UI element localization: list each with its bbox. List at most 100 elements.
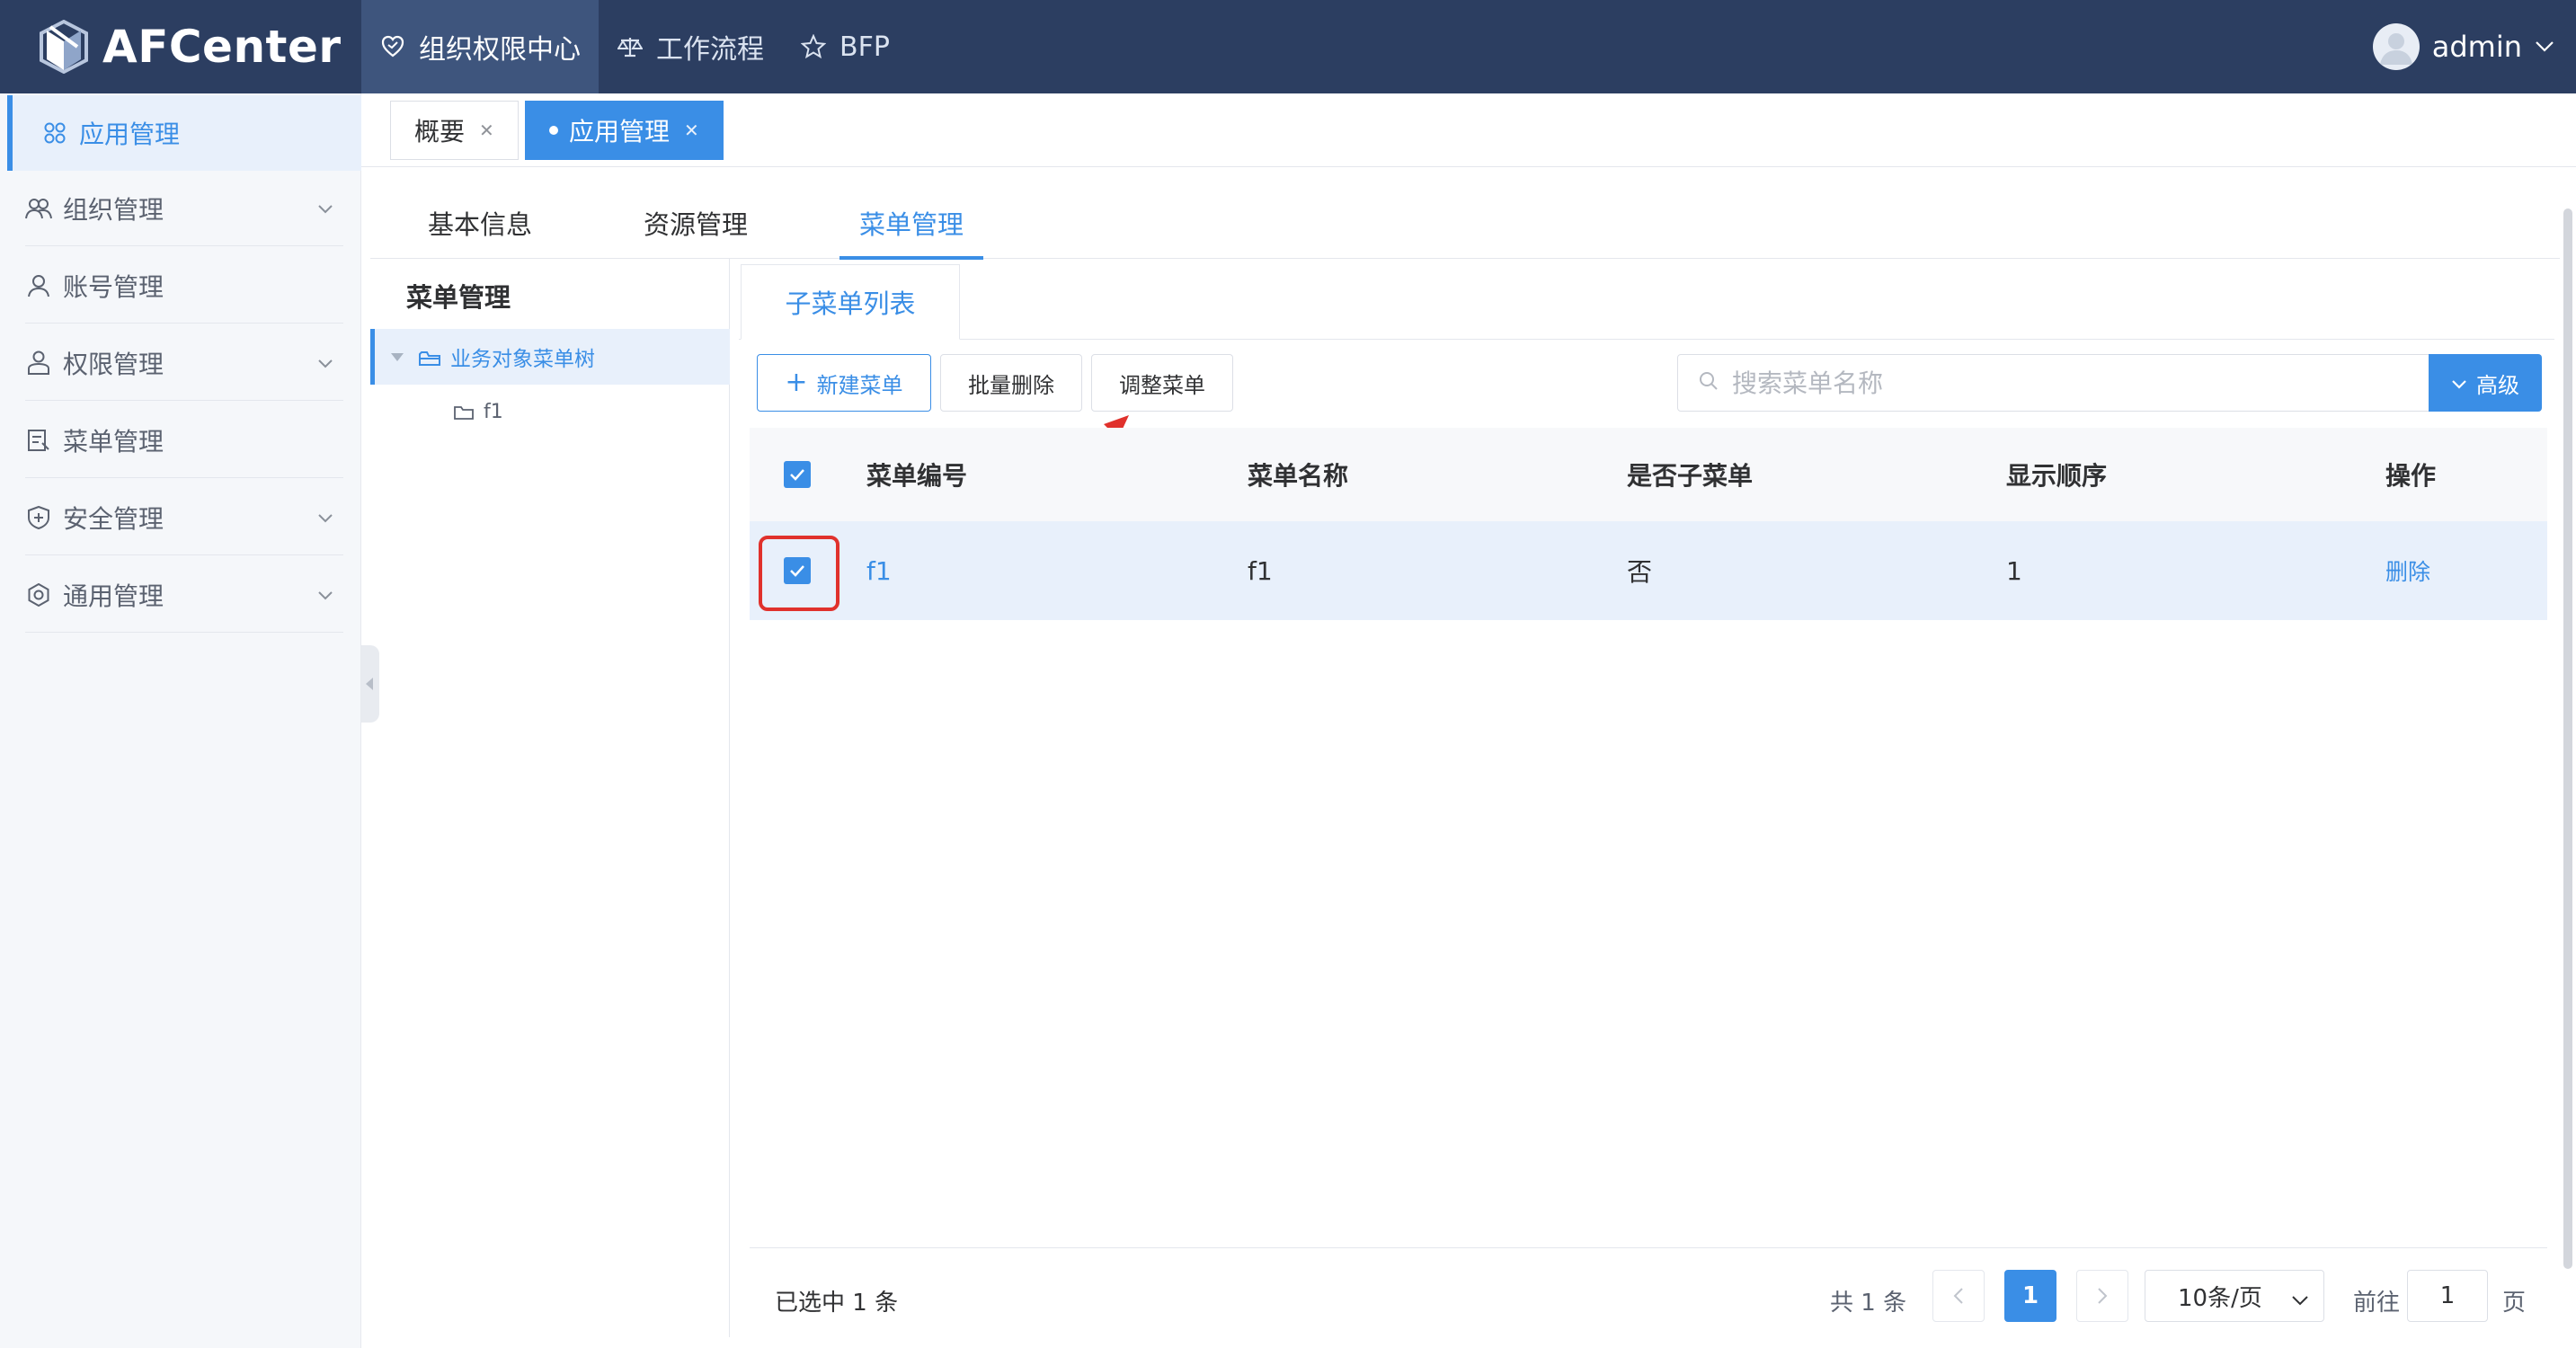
- goto-page-input[interactable]: 1: [2407, 1270, 2488, 1322]
- menu-doc-icon: [25, 427, 52, 454]
- delete-link[interactable]: 删除: [2385, 521, 2430, 620]
- total-count: 共 1 条: [1830, 1290, 1907, 1317]
- sidebar-item-label: 账号管理: [63, 271, 164, 302]
- selected-count: 已选中 1 条: [775, 1290, 899, 1317]
- checkmark-icon: [784, 461, 811, 488]
- nav-tab-label: 组织权限中心: [419, 34, 581, 66]
- folder-icon: [418, 349, 441, 366]
- sidebar-item-label: 安全管理: [63, 503, 164, 534]
- sidebar: 应用管理 组织管理 账号管理 权限管理 菜单管理 安全管理 通用管理: [0, 93, 361, 1348]
- column-header[interactable]: 菜单编号: [866, 428, 967, 521]
- sidebar-item-app-management[interactable]: 应用管理: [7, 95, 361, 171]
- menu-tree-panel: 菜单管理 业务对象菜单树 f1: [370, 259, 730, 1337]
- chevron-left-icon: [1953, 1288, 1963, 1304]
- page-tab-overview[interactable]: 概要 ✕: [390, 101, 519, 160]
- star-icon: [800, 33, 827, 60]
- column-header: 操作: [2385, 461, 2437, 491]
- page-tab-label: 应用管理: [569, 117, 671, 146]
- sidebar-item-account-management[interactable]: 账号管理: [25, 248, 343, 324]
- chevron-down-icon: [315, 350, 336, 372]
- group-icon: [25, 195, 52, 222]
- page-tab-label: 概要: [414, 117, 466, 146]
- sidebar-item-permission-management[interactable]: 权限管理: [25, 325, 343, 401]
- sidebar-item-menu-management[interactable]: 菜单管理: [25, 403, 343, 478]
- chevron-down-icon: [2291, 1287, 2309, 1314]
- balance-icon: [617, 33, 644, 60]
- nav-tab-label: BFP: [839, 31, 890, 63]
- close-icon[interactable]: ✕: [479, 120, 494, 141]
- page-number-current[interactable]: 1: [2004, 1270, 2056, 1322]
- top-bar: AFCenter 组织权限中心 工作流程 BFP admin: [0, 0, 2576, 93]
- gear-icon: [25, 581, 52, 608]
- chevron-down-icon: [315, 196, 336, 217]
- search-input[interactable]: [1732, 368, 2397, 398]
- heart-shield-icon: [379, 33, 406, 60]
- caret-down-icon[interactable]: [391, 352, 404, 361]
- page-tab-bar: 概要 ✕ 应用管理 ✕: [361, 93, 2576, 167]
- active-dot-icon: [549, 126, 558, 135]
- page-tab-app-management[interactable]: 应用管理 ✕: [525, 101, 724, 160]
- nav-tab-label: 工作流程: [656, 34, 764, 66]
- new-menu-button[interactable]: + 新建菜单: [757, 354, 931, 412]
- tree-node-label: 业务对象菜单树: [450, 348, 595, 371]
- nav-tab-workflow[interactable]: 工作流程: [599, 0, 782, 93]
- page-size-value: 10条/页: [2178, 1284, 2262, 1312]
- search-box: [1677, 354, 2430, 412]
- button-label: 高级: [2476, 372, 2519, 398]
- tab-submenu-list[interactable]: 子菜单列表: [741, 264, 960, 340]
- page-size-select[interactable]: 10条/页: [2145, 1270, 2324, 1322]
- column-header[interactable]: 是否子菜单: [1627, 428, 1753, 521]
- vertical-scrollbar[interactable]: [2563, 208, 2572, 1269]
- user-icon: [25, 272, 52, 299]
- afcenter-logo-icon: [38, 19, 90, 75]
- select-all-checkbox[interactable]: [784, 428, 811, 521]
- batch-delete-button[interactable]: 批量删除: [940, 354, 1082, 412]
- grid-icon: [41, 120, 68, 146]
- app-name: AFCenter: [102, 21, 342, 73]
- table-row[interactable]: f1 f1 否 1 删除: [750, 521, 2547, 620]
- button-label: 新建菜单: [816, 372, 903, 398]
- menu-code-link[interactable]: f1: [866, 521, 892, 620]
- user-name: admin: [2431, 30, 2522, 64]
- detail-tabs: 基本信息 资源管理 菜单管理: [370, 187, 2560, 260]
- tree-node-label: f1: [484, 400, 503, 423]
- avatar: [2372, 23, 2420, 70]
- tab-basic-info[interactable]: 基本信息: [428, 187, 532, 259]
- advanced-search-button[interactable]: 高级: [2429, 354, 2542, 412]
- goto-label: 前往: [2353, 1290, 2401, 1317]
- adjust-menu-button[interactable]: 调整菜单: [1091, 354, 1233, 412]
- tree-node-root[interactable]: 业务对象菜单树: [370, 329, 730, 385]
- column-header[interactable]: 菜单名称: [1248, 428, 1348, 521]
- sidebar-item-label: 通用管理: [63, 581, 164, 611]
- page-suffix: 页: [2502, 1290, 2527, 1317]
- sidebar-item-org-management[interactable]: 组织管理: [25, 171, 343, 246]
- tree-node-child[interactable]: f1: [453, 394, 503, 430]
- nav-tab-bfp[interactable]: BFP: [782, 0, 908, 93]
- is-submenu: 否: [1627, 557, 1653, 587]
- button-label: 调整菜单: [1119, 372, 1205, 398]
- menu-name: f1: [1248, 555, 1273, 586]
- prev-page-button[interactable]: [1932, 1270, 1985, 1322]
- display-order: 1: [2006, 555, 2022, 586]
- app-logo[interactable]: AFCenter: [0, 0, 361, 93]
- chevron-down-icon: [315, 582, 336, 604]
- inner-tab-bar: 子菜单列表: [739, 264, 2554, 340]
- chevron-down-icon: [2451, 370, 2467, 395]
- tab-resource-management[interactable]: 资源管理: [644, 187, 748, 259]
- sidebar-item-security-management[interactable]: 安全管理: [25, 480, 343, 555]
- table-header: 菜单编号 菜单名称 是否子菜单 显示顺序 操作: [750, 428, 2547, 521]
- lock-user-icon: [25, 350, 52, 377]
- annotation-highlight-box: [759, 536, 839, 611]
- sidebar-item-label: 组织管理: [63, 194, 164, 225]
- nav-tab-org-auth[interactable]: 组织权限中心: [361, 0, 599, 93]
- sidebar-item-label: 权限管理: [63, 349, 164, 379]
- chevron-down-icon: [315, 505, 336, 527]
- close-icon[interactable]: ✕: [684, 120, 699, 141]
- next-page-button[interactable]: [2076, 1270, 2128, 1322]
- user-menu[interactable]: admin: [2372, 0, 2554, 93]
- sidebar-item-general-management[interactable]: 通用管理: [25, 557, 343, 633]
- table-footer: 已选中 1 条 共 1 条 1 10条/页 前往 1 页: [750, 1247, 2547, 1346]
- button-label: 批量删除: [968, 372, 1054, 398]
- column-header[interactable]: 显示顺序: [2006, 428, 2107, 521]
- tab-menu-management[interactable]: 菜单管理: [839, 187, 984, 260]
